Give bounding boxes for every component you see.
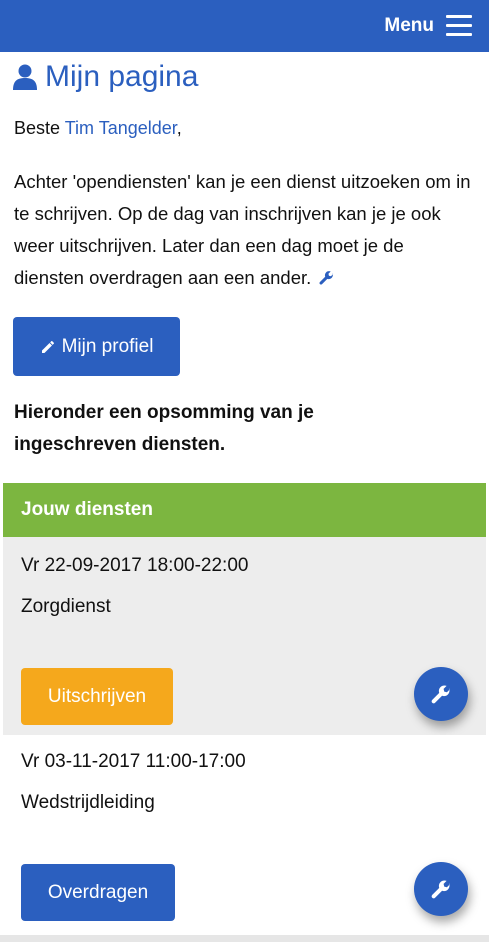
service-time: Vr 03-11-2017 11:00-17:00 xyxy=(21,751,246,772)
greeting-prefix: Beste xyxy=(14,118,65,138)
pencil-icon xyxy=(41,340,54,353)
page-title: Mijn pagina xyxy=(13,58,198,96)
service-item: Vr 03-11-2017 11:00-17:00 Wedstrijdleidi… xyxy=(3,735,486,935)
intro-paragraph: Achter 'opendiensten' kan je een dienst … xyxy=(14,171,471,288)
page-title-text: Mijn pagina xyxy=(45,60,199,93)
service-name: Wedstrijdleiding xyxy=(21,792,155,813)
menu-button[interactable]: Menu xyxy=(384,13,472,39)
wrench-icon xyxy=(431,685,450,704)
user-name-link[interactable]: Tim Tangelder xyxy=(65,118,177,138)
greeting-suffix: , xyxy=(176,118,182,138)
services-summary: Hieronder een opsomming van je ingeschre… xyxy=(14,402,314,455)
intro-text: Achter 'opendiensten' kan je een dienst … xyxy=(14,166,476,294)
greeting: Beste Tim Tangelder, xyxy=(14,116,182,140)
service-settings-button[interactable] xyxy=(414,862,468,916)
profile-button-label: Mijn profiel xyxy=(61,335,154,357)
profile-button[interactable]: Mijn profiel xyxy=(13,317,180,376)
menu-label: Menu xyxy=(384,15,434,36)
wrench-icon xyxy=(431,880,450,899)
hamburger-icon xyxy=(446,15,472,37)
transfer-button[interactable]: Overdragen xyxy=(21,864,175,921)
service-item: Vr 22-09-2017 18:00-22:00 Zorgdienst Uit… xyxy=(3,537,486,735)
user-icon xyxy=(13,64,37,90)
top-navbar: Menu xyxy=(0,0,489,52)
service-name: Zorgdienst xyxy=(21,596,111,617)
services-panel-header: Jouw diensten xyxy=(3,483,486,537)
service-settings-button[interactable] xyxy=(414,667,468,721)
bottom-divider xyxy=(0,935,489,942)
service-time: Vr 22-09-2017 18:00-22:00 xyxy=(21,555,249,576)
wrench-icon xyxy=(319,271,334,285)
unsubscribe-button[interactable]: Uitschrijven xyxy=(21,668,173,725)
